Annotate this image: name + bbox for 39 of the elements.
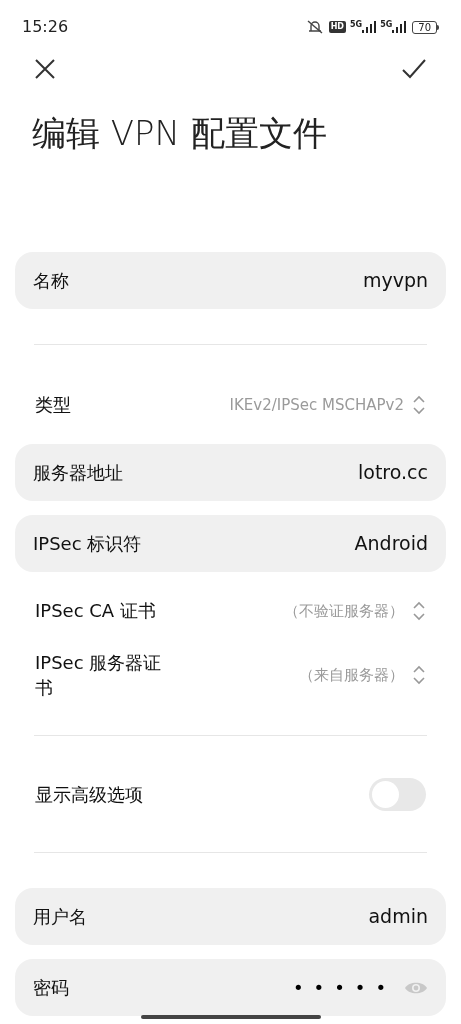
select-value: （不验证服务器） — [284, 600, 404, 622]
row-label: 显示高级选项 — [35, 782, 143, 807]
row-label: 类型 — [35, 393, 72, 418]
field-value: Android — [354, 531, 428, 557]
row-label: IPSec CA 证书 — [35, 599, 157, 624]
field-label: 用户名 — [33, 905, 87, 929]
row-label: IPSec 服务器证书 — [35, 650, 163, 700]
input-field[interactable]: 用户名 admin — [15, 888, 446, 945]
select-row[interactable]: IPSec CA 证书 （不验证服务器） — [15, 579, 446, 643]
select-row[interactable]: 类型 IKEv2/IPSec MSCHAPv2 — [15, 373, 446, 437]
network-type-label: 5G — [350, 21, 363, 29]
close-icon[interactable] — [34, 58, 56, 80]
field-label: IPSec 标识符 — [33, 532, 142, 556]
up-down-chevron-icon — [412, 665, 426, 685]
status-time: 15:26 — [22, 16, 69, 38]
input-field[interactable]: IPSec 标识符 Android — [15, 515, 446, 572]
field-value: myvpn — [362, 268, 428, 294]
password-value: ••••• — [292, 976, 396, 1000]
select-value: （来自服务器） — [299, 664, 404, 686]
battery-icon: 70 — [412, 20, 439, 34]
up-down-chevron-icon — [412, 395, 426, 415]
input-field[interactable]: 服务器地址 lotro.cc — [15, 444, 446, 501]
select-row[interactable]: IPSec 服务器证书 （来自服务器） — [15, 643, 446, 707]
network-type-label: 5G — [380, 21, 393, 29]
select-value: IKEv2/IPSec MSCHAPv2 — [229, 394, 404, 416]
field-label: 服务器地址 — [33, 461, 123, 485]
field-value: admin — [368, 904, 428, 930]
checkmark-icon[interactable] — [401, 58, 427, 80]
bell-muted-icon — [305, 19, 324, 35]
up-down-chevron-icon — [412, 601, 426, 621]
hd-badge: HD — [328, 21, 346, 33]
field-value: lotro.cc — [358, 460, 428, 486]
page-title: 编辑 VPN 配置文件 — [31, 112, 328, 155]
field-label: 名称 — [33, 269, 69, 293]
signal-icon — [362, 21, 377, 33]
input-field[interactable]: 名称 myvpn — [15, 252, 446, 309]
field-label: 密码 — [33, 976, 69, 1000]
signal-icon — [392, 21, 407, 33]
input-field[interactable]: 密码 ••••• — [15, 959, 446, 1016]
